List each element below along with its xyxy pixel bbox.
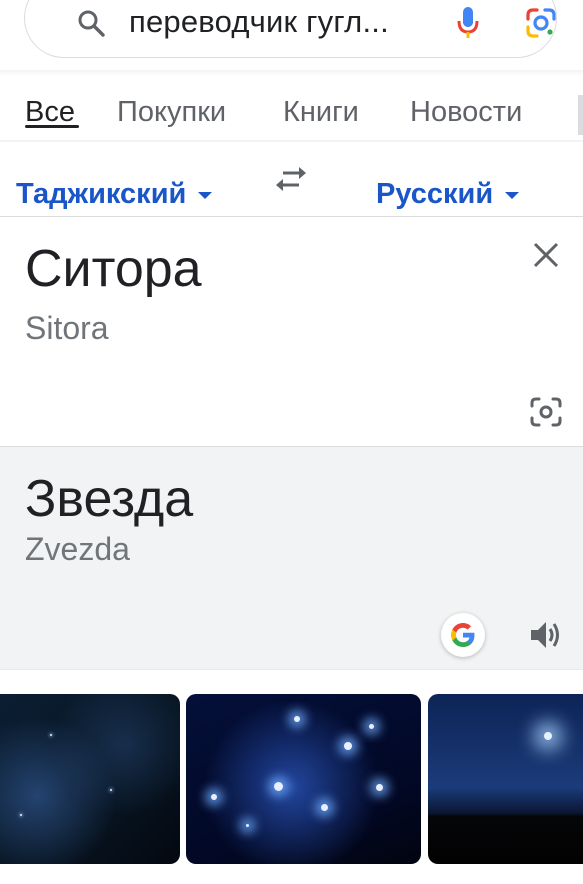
tab-books[interactable]: Книги [283, 96, 359, 129]
swap-languages-icon[interactable] [275, 164, 307, 194]
source-language-dropdown[interactable]: Таджикский [16, 178, 213, 211]
night-sky-image[interactable] [0, 694, 180, 864]
chevron-down-icon [505, 191, 520, 199]
search-tabs: Все Покупки Книги Новости [0, 90, 583, 140]
source-text: Ситора [25, 240, 202, 298]
tab-news[interactable]: Новости [410, 96, 522, 129]
translated-text: Звезда [25, 470, 194, 528]
results-divider [0, 669, 583, 670]
camera-icon[interactable] [528, 394, 564, 430]
mic-icon[interactable] [455, 5, 481, 41]
active-tab-indicator [25, 125, 79, 128]
tab-shopping[interactable]: Покупки [117, 96, 226, 129]
page: переводчик гугл... Все Покупки Книги Нов… [0, 0, 583, 884]
image-results-row [0, 694, 583, 864]
search-input[interactable]: переводчик гугл... [129, 4, 389, 40]
pleiades-star-cluster-image[interactable] [186, 694, 421, 864]
tabs-divider [0, 140, 583, 142]
source-transliteration: Sitora [25, 310, 109, 346]
search-bar[interactable]: переводчик гугл... [24, 0, 557, 58]
google-logo-icon[interactable] [441, 613, 485, 657]
target-language-label: Русский [376, 178, 494, 210]
search-icon [77, 9, 105, 37]
header-divider [0, 70, 583, 76]
source-text-panel[interactable]: Ситора Sitora [0, 217, 583, 446]
translated-transliteration: Zvezda [25, 531, 130, 567]
target-language-dropdown[interactable]: Русский [376, 178, 520, 211]
speaker-icon[interactable] [528, 617, 564, 653]
chevron-down-icon [198, 191, 213, 199]
source-language-label: Таджикский [16, 178, 187, 210]
google-lens-icon[interactable] [525, 7, 557, 39]
tabs-scroll-edge [578, 95, 583, 135]
translation-result-panel: Звезда Zvezda [0, 447, 583, 669]
bright-star-horizon-image[interactable] [428, 694, 583, 864]
close-icon[interactable] [530, 239, 562, 271]
